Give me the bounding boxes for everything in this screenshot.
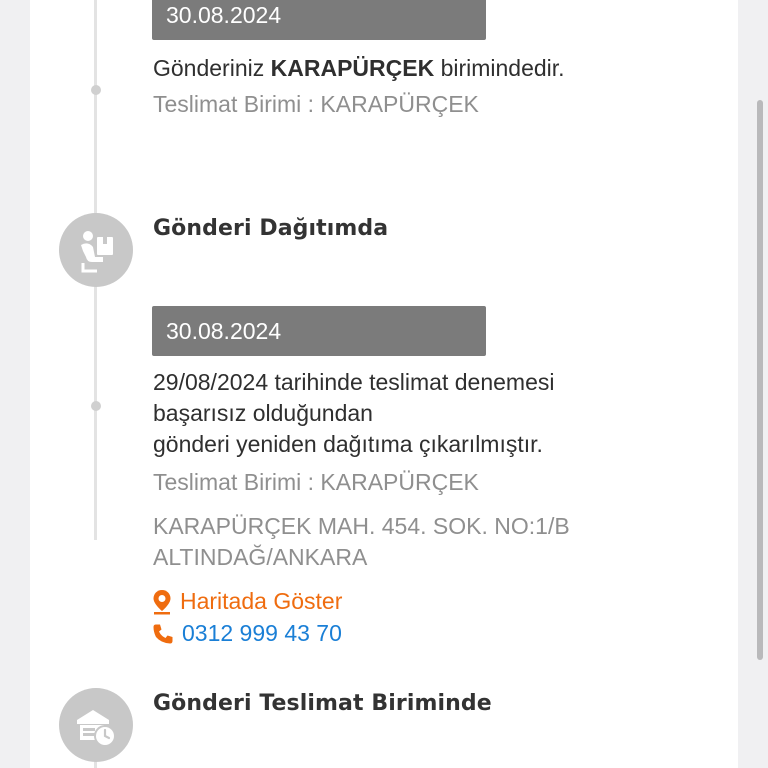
timeline-dot (91, 401, 101, 411)
phone-icon (153, 624, 173, 643)
event-message: Gönderiniz KARAPÜRÇEK birimindedir. (153, 53, 565, 84)
timeline-dot (91, 85, 101, 95)
branch-clock-icon (59, 688, 133, 762)
event-date: 30.08.2024 (166, 1, 282, 28)
status-heading: Gönderi Teslimat Biriminde (153, 691, 492, 716)
event-date: 30.08.2024 (166, 317, 282, 344)
event-message-suffix: birimindedir. (434, 55, 565, 81)
phone-link[interactable]: 0312 999 43 70 (152, 620, 342, 647)
unit-address-line: ALTINDAĞ/ANKARA (153, 544, 368, 570)
scrollbar[interactable] (757, 100, 763, 660)
event-message-unit-name: KARAPÜRÇEK (270, 55, 435, 81)
event-message-line: gönderi yeniden dağıtıma çıkarılmıştır. (153, 431, 543, 457)
status-heading: Gönderi Dağıtımda (153, 216, 389, 241)
unit-address-line: KARAPÜRÇEK MAH. 454. SOK. NO:1/B (153, 513, 570, 539)
location-pin-icon (153, 589, 171, 614)
event-message-line: 29/08/2024 tarihinde teslimat denemesi (153, 369, 555, 395)
timeline-line (94, 285, 97, 540)
timeline-line (94, 0, 97, 215)
event-message-prefix: Gönderiniz (153, 55, 271, 81)
delivery-person-icon (59, 213, 133, 287)
phone-number[interactable]: 0312 999 43 70 (182, 620, 342, 647)
event-message-line: başarısız olduğundan (153, 400, 373, 426)
event-date-badge: 30.08.2024 (152, 306, 486, 356)
event-date-badge: 30.08.2024 (152, 0, 486, 40)
event-unit: Teslimat Birimi : KARAPÜRÇEK (153, 91, 479, 117)
event-unit: Teslimat Birimi : KARAPÜRÇEK (153, 469, 479, 495)
map-link[interactable]: Haritada Göster (152, 588, 342, 615)
map-link-label[interactable]: Haritada Göster (180, 588, 342, 615)
